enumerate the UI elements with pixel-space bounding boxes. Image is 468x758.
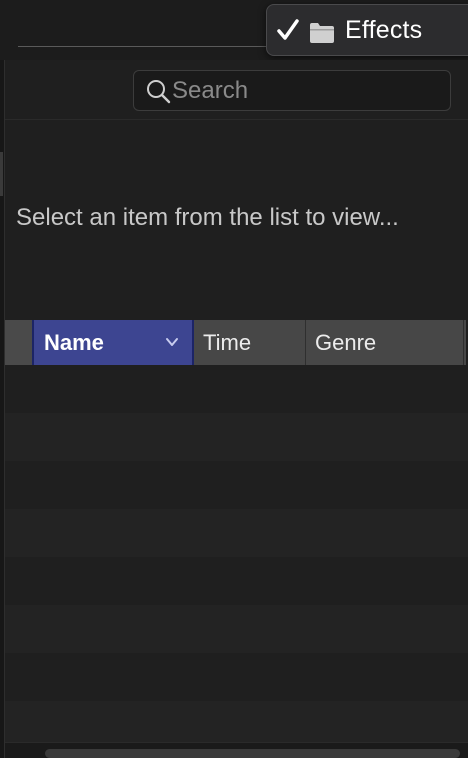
column-label-genre: Genre [315, 330, 377, 355]
table-body[interactable] [5, 365, 468, 749]
menu-item-label: Effects [345, 16, 423, 44]
table-row [5, 461, 468, 509]
column-header-spacer [5, 320, 32, 365]
left-resize-handle[interactable] [0, 152, 3, 196]
scrollbar-thumb[interactable] [45, 749, 460, 758]
search-icon [147, 80, 171, 104]
checkmark-icon [277, 19, 299, 40]
column-header-name[interactable]: Name [32, 320, 194, 365]
table-row [5, 557, 468, 605]
table-row [5, 365, 468, 413]
effects-browser: Effects Select an item from the list to … [0, 0, 468, 758]
column-header-time[interactable]: Time [194, 320, 306, 365]
top-divider [18, 46, 270, 47]
column-label-name: Name [44, 330, 104, 355]
search-input[interactable] [172, 75, 442, 107]
menu-item-effects[interactable]: Effects [267, 5, 468, 55]
preview-message: Select an item from the list to view... [16, 204, 399, 231]
source-menu: Effects [266, 4, 468, 56]
column-label-time: Time [203, 330, 252, 355]
table-row [5, 509, 468, 557]
table-row [5, 605, 468, 653]
table-row [5, 413, 468, 461]
table-row [5, 653, 468, 701]
folder-icon [310, 23, 334, 43]
column-header-genre[interactable]: Genre [306, 320, 464, 365]
chevron-down-icon [166, 338, 178, 346]
